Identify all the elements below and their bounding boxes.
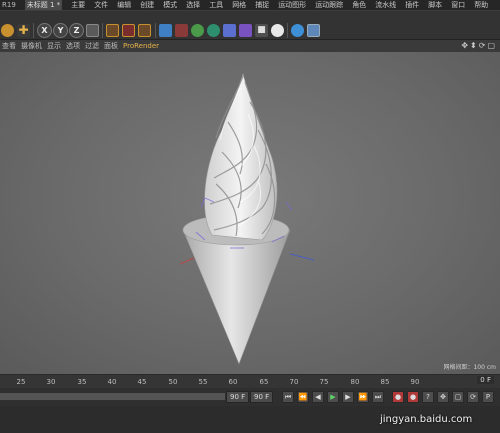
3d-viewport[interactable]: 网格间距：100 cm [0, 52, 500, 374]
cube-icon[interactable] [159, 24, 172, 37]
render-view-icon[interactable] [106, 24, 119, 37]
grid-spacing-label: 网格间距：100 cm [443, 364, 496, 371]
scale-key-button[interactable]: ▢ [452, 391, 464, 403]
coordinate-system-icon[interactable] [86, 24, 99, 37]
menu-motion-tracking[interactable]: 运动跟踪 [315, 0, 343, 10]
scene-icon[interactable] [239, 24, 252, 37]
floor-icon[interactable] [307, 24, 320, 37]
main-toolbar: ✚ X Y Z ■ [0, 11, 500, 40]
viewport-menu-options[interactable]: 选项 [66, 41, 80, 51]
previous-keyframe-button[interactable]: ⏪ [297, 391, 309, 403]
go-to-end-button[interactable]: ⏭ [372, 391, 384, 403]
timeline-tick: 55 [198, 378, 208, 386]
timeline-tick: 40 [107, 378, 117, 386]
axis-x-line [179, 257, 195, 265]
viewport-menu-cameras[interactable]: 摄像机 [21, 41, 42, 51]
range-slider[interactable] [0, 393, 225, 400]
y-axis-lock-button[interactable]: Y [53, 23, 68, 38]
viewport-menu-filter[interactable]: 过滤 [85, 41, 99, 51]
previous-frame-button[interactable]: ◀ [312, 391, 324, 403]
cone-body [182, 229, 291, 365]
toolbar-divider [155, 23, 156, 38]
timeline-tick: 25 [16, 378, 26, 386]
swirl-body [204, 72, 278, 241]
scale-tool-icon[interactable]: ✚ [17, 24, 30, 37]
menu-select[interactable]: 选择 [186, 0, 200, 10]
app-version: R19 [2, 1, 16, 9]
go-to-start-button[interactable]: ⏮ [282, 391, 294, 403]
timeline-tick: 30 [46, 378, 56, 386]
toolbar-divider [33, 23, 34, 38]
menu-create[interactable]: 创建 [140, 0, 154, 10]
timeline-tick: 70 [289, 378, 299, 386]
next-keyframe-button[interactable]: ⏩ [357, 391, 369, 403]
menu-mode[interactable]: 模式 [163, 0, 177, 10]
timeline-tick: 85 [380, 378, 390, 386]
timeline-tick: 90 [410, 378, 420, 386]
timeline-tick: 35 [77, 378, 87, 386]
ice-cream-model[interactable] [0, 52, 500, 374]
rotation-key-button[interactable]: ⟳ [467, 391, 479, 403]
toolbar-divider [287, 23, 288, 38]
menu-help[interactable]: 帮助 [474, 0, 488, 10]
menu-character[interactable]: 角色 [352, 0, 366, 10]
timeline-tick: 75 [319, 378, 329, 386]
current-frame-field[interactable]: 0 F [477, 376, 494, 384]
viewport-navigation-icons[interactable]: ✥⬍⟳▢ [461, 41, 497, 50]
light-icon[interactable] [271, 24, 284, 37]
keyframe-selection-button[interactable]: ? [422, 391, 434, 403]
menu-window[interactable]: 窗口 [451, 0, 465, 10]
render-settings-icon[interactable] [138, 24, 151, 37]
document-tab[interactable]: 未标题 1 * [24, 0, 63, 10]
toolbar-divider [102, 23, 103, 38]
menu-script[interactable]: 脚本 [428, 0, 442, 10]
menu-edit[interactable]: 编辑 [117, 0, 131, 10]
timeline-tick: 65 [259, 378, 269, 386]
position-key-button[interactable]: ✥ [437, 391, 449, 403]
record-button[interactable]: ● [392, 391, 404, 403]
viewport-menu-display[interactable]: 显示 [47, 41, 61, 51]
subdivision-surface-icon[interactable] [191, 24, 204, 37]
render-picture-viewer-icon[interactable] [122, 24, 135, 37]
viewport-menu-prorender[interactable]: ProRender [123, 42, 159, 50]
sky-icon[interactable] [291, 24, 304, 37]
camera-icon[interactable]: ■ [255, 24, 268, 37]
preview-max-field[interactable]: 90 F [226, 391, 250, 403]
viewport-menu-view[interactable]: 查看 [2, 41, 16, 51]
viewport-menu-panel[interactable]: 面板 [104, 41, 118, 51]
menu-mograph[interactable]: 运动图形 [278, 0, 306, 10]
parameter-key-button[interactable]: P [482, 391, 494, 403]
timeline-tick: 45 [137, 378, 147, 386]
transport-bar: 90 F 90 F ⏮ ⏪ ◀ ▶ ▶ ⏩ ⏭ ● ● ? ✥ ▢ ⟳ P [0, 388, 500, 406]
menu-tools[interactable]: 工具 [209, 0, 223, 10]
timeline-tick: 80 [350, 378, 360, 386]
timeline-tick: 50 [168, 378, 178, 386]
next-frame-button[interactable]: ▶ [342, 391, 354, 403]
timeline-ruler[interactable]: 25 30 35 40 45 50 55 60 65 70 75 80 85 9… [0, 374, 500, 389]
menu-bar: R19 未标题 1 * 主要 文件 编辑 创建 模式 选择 工具 网格 捕捉 运… [0, 0, 500, 10]
viewport-menu-bar: 查看 摄像机 显示 选项 过滤 面板 ProRender ✥⬍⟳▢ [0, 40, 500, 52]
menu-file[interactable]: 文件 [94, 0, 108, 10]
array-icon[interactable] [207, 24, 220, 37]
deformer-icon[interactable] [223, 24, 236, 37]
menu-snap[interactable]: 捕捉 [255, 0, 269, 10]
timeline-tick: 60 [228, 378, 238, 386]
menu-pipeline[interactable]: 流水线 [375, 0, 396, 10]
play-button[interactable]: ▶ [327, 391, 339, 403]
watermark-text: jingyan.baidu.com [380, 414, 473, 425]
z-axis-lock-button[interactable]: Z [69, 23, 84, 38]
axis-z-line [289, 253, 315, 261]
menu-mesh[interactable]: 网格 [232, 0, 246, 10]
autokey-button[interactable]: ● [407, 391, 419, 403]
layout-mode[interactable]: 主要 [71, 0, 85, 10]
scene-max-field[interactable]: 90 F [250, 391, 274, 403]
pen-spline-icon[interactable] [175, 24, 188, 37]
menu-plugins[interactable]: 插件 [405, 0, 419, 10]
x-axis-lock-button[interactable]: X [37, 23, 52, 38]
rotate-tool-icon[interactable] [1, 24, 14, 37]
